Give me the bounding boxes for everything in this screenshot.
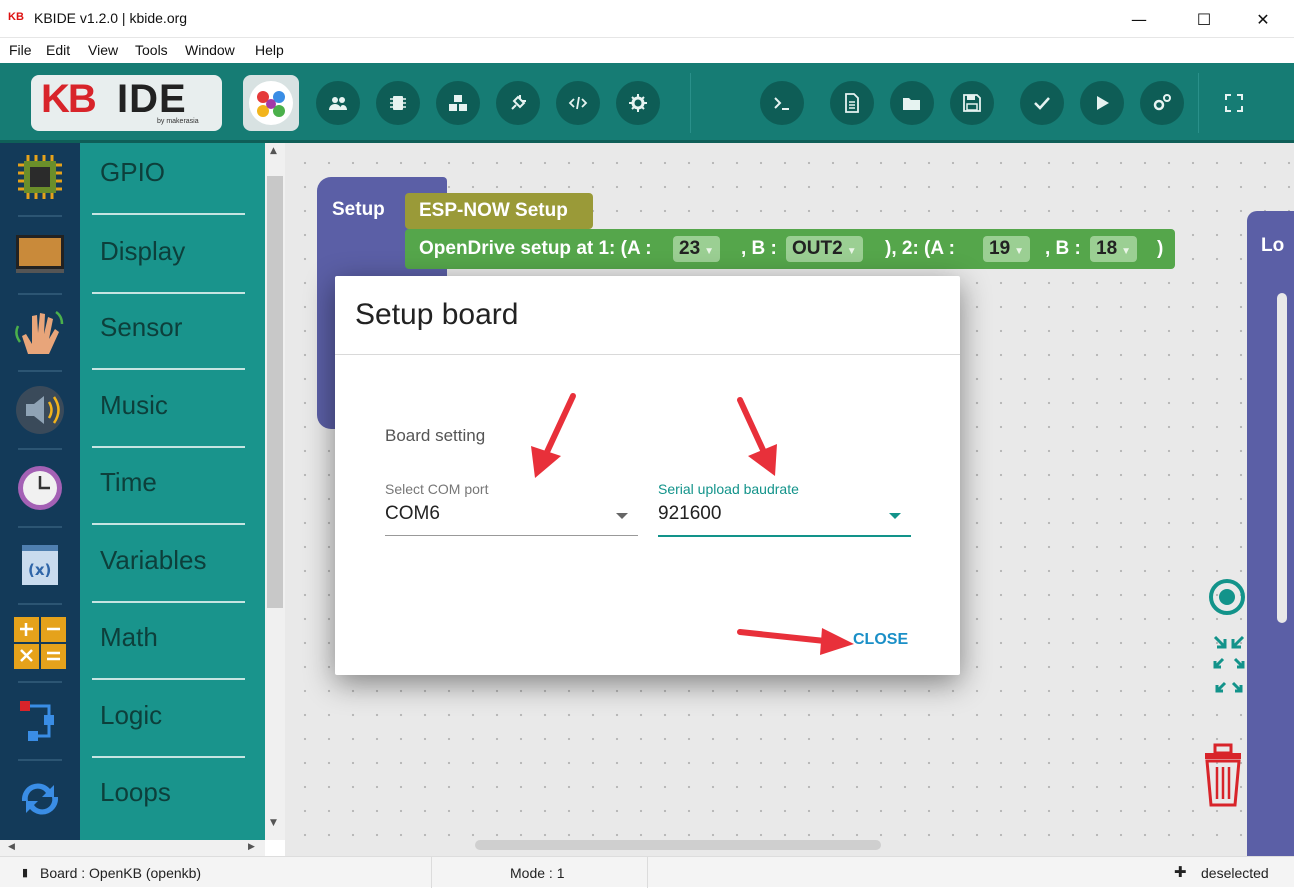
arrow-to-baudrate (737, 397, 777, 476)
board-chip-icon: ▮ (22, 867, 29, 879)
arrow-to-com-port (531, 393, 576, 478)
status-board: Board : OpenKB (openkb) (40, 865, 202, 881)
arrow-to-close (737, 628, 854, 655)
status-mode: Mode : 1 (510, 865, 565, 881)
status-selection: deselected (1201, 865, 1269, 881)
annotation-arrows (531, 393, 854, 655)
status-board-cell: ▮ Board : OpenKB (openkb) (0, 857, 432, 888)
status-mode-cell: Mode : 1 (432, 857, 648, 888)
puzzle-icon: ✚ (1174, 864, 1187, 881)
status-bar: ▮ Board : OpenKB (openkb) Mode : 1 ✚ des… (0, 856, 1294, 888)
